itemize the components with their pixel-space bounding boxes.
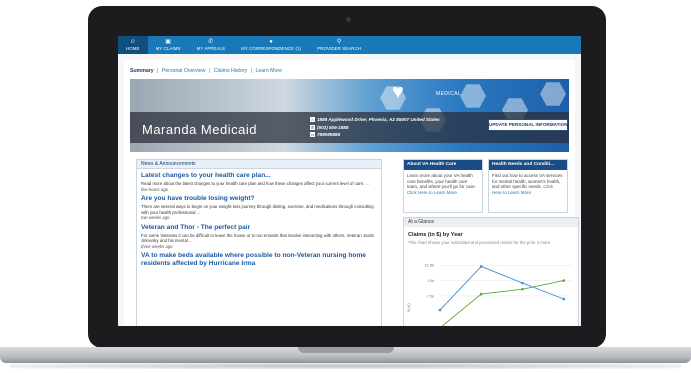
breadcrumb-personal-overview[interactable]: Personal Overview [162, 68, 206, 74]
location-pin-icon: ⚲ [336, 38, 342, 45]
profile-banner: ♥ MEDICAL Maranda Medicaid ⌂ 1888 Applew… [130, 79, 569, 152]
learn-more-link[interactable]: Click Here to Learn More [407, 190, 457, 195]
news-title-link[interactable]: VA to make beds available where possible… [141, 252, 377, 268]
read-more-link[interactable]: ... [365, 181, 369, 186]
card-body: Learn more about your VA health care ben… [404, 170, 482, 198]
y-tick-label: 12.5k [424, 263, 434, 268]
screen: ☺ HOME ▣ MY CLAIMS ✆ MY APPEALS ● MY COR… [118, 36, 581, 326]
data-point[interactable] [521, 287, 524, 291]
nav-label: HOME [126, 45, 140, 51]
phone-text: (602) 506-1888 [317, 124, 349, 130]
card-body: Find out how to access VA services for m… [489, 170, 567, 198]
nav-label: MY CLAIMS [155, 45, 181, 51]
y-tick-label: 7.5k [426, 293, 434, 298]
about-va-card: About VA Health Care Learn more about yo… [403, 159, 483, 213]
news-item: Latest changes to your health care plan.… [137, 169, 381, 192]
address-text: 1888 Applewood Drive; Phoenix, AZ 85007 … [317, 117, 440, 123]
medical-tag: MEDICAL [436, 91, 462, 97]
breadcrumb: Summary | Personal Overview | Claims His… [130, 68, 282, 74]
id-card-icon: ▭ [310, 132, 315, 138]
data-point[interactable] [479, 292, 483, 296]
hexagon-decoration [540, 82, 566, 106]
nav-provider-search[interactable]: ⚲ PROVIDER SEARCH [309, 36, 369, 54]
breadcrumb-summary[interactable]: Summary [130, 68, 154, 74]
data-point[interactable] [521, 281, 524, 285]
glance-heading: At a Glance [404, 218, 578, 227]
news-item: Are you have trouble losing weight? Ther… [137, 192, 381, 221]
news-item: VA to make beds available where possible… [137, 249, 381, 268]
chart-subtitle: This chart shows your submitted and proc… [408, 240, 550, 245]
series-line-2 [441, 280, 564, 326]
health-needs-card: Health Needs and Conditi... Find out how… [488, 159, 568, 213]
phone-icon: ✆ [310, 124, 315, 130]
series-line-1 [439, 265, 564, 311]
nav-label: MY APPEALS [196, 45, 226, 51]
nav-my-correspondence[interactable]: ● MY CORRESPONDENCE (1) [233, 36, 309, 54]
card-title: About VA Health Care [404, 160, 482, 170]
news-title-link[interactable]: Are you have trouble losing weight? [141, 195, 377, 203]
breadcrumb-separator: | [208, 68, 211, 74]
page-content: Summary | Personal Overview | Claims His… [124, 60, 579, 326]
claims-line-chart: 12.5k 10k 7.5k $ (K) [406, 263, 572, 326]
nav-my-claims[interactable]: ▣ MY CLAIMS [148, 36, 189, 54]
heart-icon: ♥ [392, 81, 404, 103]
claims-icon: ▣ [165, 38, 171, 45]
news-body: Read more about the latest changes to yo… [141, 181, 377, 187]
y-axis-label: $ (K) [406, 303, 411, 312]
read-more-link[interactable]: ... [197, 210, 201, 215]
top-navigation: ☺ HOME ▣ MY CLAIMS ✆ MY APPEALS ● MY COR… [118, 36, 581, 54]
id-row: ▭ 789089888 [310, 131, 440, 139]
data-point[interactable] [562, 279, 566, 282]
breadcrumb-claims-history[interactable]: Claims History [214, 68, 247, 74]
data-point[interactable] [562, 297, 566, 301]
phone-row: ✆ (602) 506-1888 [310, 124, 440, 132]
laptop-notch [298, 347, 394, 353]
breadcrumb-separator: | [157, 68, 159, 74]
laptop-shadow [10, 363, 681, 369]
news-body: There are several ways to begin on your … [141, 204, 377, 215]
news-text: For some Veterans it can be difficult to… [141, 232, 375, 244]
news-heading: News & Announcements [137, 160, 381, 169]
news-title-link[interactable]: Veteran and Thor - The perfect pair [141, 224, 377, 232]
webcam [346, 17, 351, 22]
update-personal-info-button[interactable]: UPDATE PERSONAL INFORMATION [488, 119, 568, 131]
chart-title: Claims (in $) by Year [408, 232, 463, 238]
contact-details: ⌂ 1888 Applewood Drive; Phoenix, AZ 8500… [310, 116, 440, 139]
data-point[interactable] [479, 265, 483, 268]
breadcrumb-learn-more[interactable]: Learn More [255, 68, 282, 74]
data-point[interactable] [438, 308, 442, 312]
at-a-glance-panel: At a Glance Claims (in $) by Year This c… [403, 217, 579, 326]
hexagon-decoration [460, 84, 486, 108]
member-name: Maranda Medicaid [142, 122, 257, 137]
home-icon: ⌂ [310, 117, 315, 123]
id-text: 789089888 [317, 132, 340, 138]
card-title: Health Needs and Conditi... [489, 160, 567, 170]
read-more-link[interactable]: ... [189, 238, 193, 243]
breadcrumb-separator: | [250, 68, 252, 74]
nav-label: MY CORRESPONDENCE (1) [241, 45, 302, 51]
nav-label: PROVIDER SEARCH [317, 45, 362, 51]
megaphone-icon: ✆ [208, 38, 214, 45]
news-body: For some Veterans it can be difficult to… [141, 233, 377, 244]
news-title-link[interactable]: Latest changes to your health care plan.… [141, 172, 377, 180]
news-text: Read more about the latest changes to yo… [141, 181, 365, 186]
home-icon: ☺ [129, 38, 136, 45]
address-row: ⌂ 1888 Applewood Drive; Phoenix, AZ 8500… [310, 116, 440, 124]
news-text: There are several ways to begin on your … [141, 204, 374, 215]
news-item: Veteran and Thor - The perfect pair For … [137, 221, 381, 250]
nav-home[interactable]: ☺ HOME [118, 36, 148, 54]
chat-icon: ● [269, 38, 273, 45]
news-panel: News & Announcements Latest changes to y… [136, 159, 382, 326]
y-tick-label: 10k [428, 278, 434, 283]
nav-my-appeals[interactable]: ✆ MY APPEALS [189, 36, 234, 54]
card-text: Learn more about your VA health care ben… [407, 173, 476, 190]
